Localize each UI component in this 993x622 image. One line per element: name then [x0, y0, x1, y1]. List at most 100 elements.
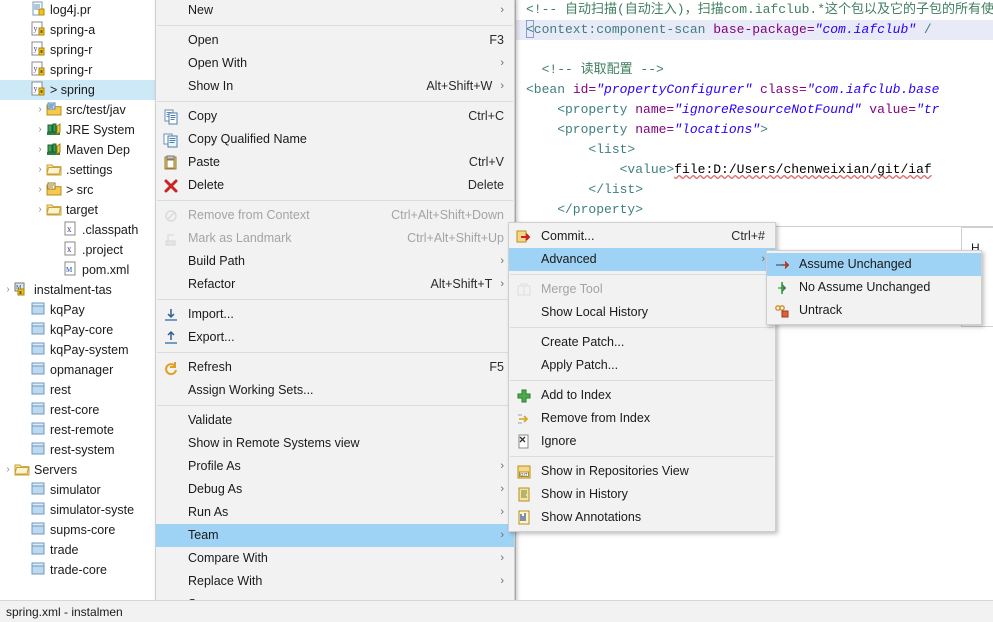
editor-line[interactable]: <bean id="propertyConfigurer" class="com…: [516, 80, 993, 100]
menu-item-remove-from-context: Remove from Context Ctrl+Alt+Shift+Down: [156, 204, 514, 227]
chevron-right-icon[interactable]: ›: [2, 280, 14, 300]
chevron-right-icon[interactable]: ›: [34, 140, 46, 160]
menu-item-shortcut: Alt+Shift+T: [430, 277, 493, 291]
closed-project-icon: [30, 521, 46, 537]
submenu-chevron-icon: ›: [761, 253, 765, 265]
editor-line[interactable]: <context:component-scan base-package="co…: [516, 20, 993, 40]
menu-item-profile-as[interactable]: Profile As ›: [156, 455, 514, 478]
menu-item-apply-patch[interactable]: Apply Patch...: [509, 354, 775, 377]
menu-item-merge-tool: Merge Tool: [509, 278, 775, 301]
menu-item-shortcut: Ctrl+Alt+Shift+Up: [407, 231, 504, 245]
menu-item-label: Show in History: [541, 487, 628, 501]
library-icon: [46, 121, 62, 137]
menu-item-copy-qualified-name[interactable]: Copy Qualified Name: [156, 128, 514, 151]
menu-item-advanced[interactable]: Advanced ›: [509, 248, 775, 271]
menu-item-import[interactable]: Import...: [156, 303, 514, 326]
menu-item-refactor[interactable]: Refactor Alt+Shift+T ›: [156, 273, 514, 296]
menu-item-refresh[interactable]: Refresh F5: [156, 356, 514, 379]
menu-item-label: Commit...: [541, 229, 595, 243]
submenu-chevron-icon: ›: [500, 483, 504, 495]
menu-item-commit[interactable]: Commit... Ctrl+#: [509, 225, 775, 248]
tree-item-label: > src: [66, 183, 94, 197]
svg-text:y: y: [34, 24, 38, 33]
menu-item-build-path[interactable]: Build Path ›: [156, 250, 514, 273]
menu-item-label: Open With: [188, 56, 248, 70]
project-context-menu[interactable]: New › Open F3 Open With › Show In Alt+Shift+W › C…: [155, 0, 515, 622]
closed-project-icon: [30, 301, 46, 317]
menu-item-label: Advanced: [541, 252, 597, 266]
menu-item-compare-with[interactable]: Compare With ›: [156, 547, 514, 570]
menu-separator: [157, 200, 513, 201]
chevron-right-icon[interactable]: ›: [34, 120, 46, 140]
chevron-right-icon[interactable]: ›: [34, 100, 46, 120]
svg-text:y: y: [34, 84, 38, 93]
tree-item-label: target: [66, 203, 98, 217]
menu-item-ignore[interactable]: Ignore: [509, 430, 775, 453]
closed-project-icon: [30, 381, 46, 397]
menu-item-delete[interactable]: Delete Delete: [156, 174, 514, 197]
code-token: "ignoreResourceNotFound": [674, 102, 862, 117]
menu-item-add-to-index[interactable]: Add to Index: [509, 384, 775, 407]
editor-line[interactable]: <value>file:D:/Users/chenweixian/git/iaf: [516, 160, 993, 180]
tree-item-label: spring-r: [50, 43, 93, 57]
svg-text:x: x: [67, 244, 72, 254]
editor-line[interactable]: <list>: [516, 140, 993, 160]
svg-text:x: x: [67, 224, 72, 234]
menu-item-untrack[interactable]: Untrack: [767, 299, 981, 322]
git-commit-icon: [516, 229, 532, 245]
menu-item-create-patch[interactable]: Create Patch...: [509, 331, 775, 354]
menu-item-copy[interactable]: Copy Ctrl+C: [156, 105, 514, 128]
menu-item-validate[interactable]: Validate: [156, 409, 514, 432]
menu-item-run-as[interactable]: Run As ›: [156, 501, 514, 524]
tree-item-label: Maven Dep: [66, 143, 130, 157]
menu-item-show-in-repositories-view[interactable]: GIT Show in Repositories View: [509, 460, 775, 483]
menu-item-open-with[interactable]: Open With ›: [156, 52, 514, 75]
menu-item-show-in-remote-systems-view[interactable]: Show in Remote Systems view: [156, 432, 514, 455]
menu-item-label: Mark as Landmark: [188, 231, 292, 245]
annotations-icon: [516, 510, 532, 526]
chevron-right-icon[interactable]: ›: [34, 160, 46, 180]
chevron-right-icon[interactable]: ›: [34, 200, 46, 220]
menu-item-show-in[interactable]: Show In Alt+Shift+W ›: [156, 75, 514, 98]
add-index-icon: [516, 388, 532, 404]
editor-line[interactable]: [516, 40, 993, 60]
menu-item-label: Build Path: [188, 254, 245, 268]
code-token: <context:component-scan: [526, 22, 714, 37]
code-token: name=: [635, 102, 675, 117]
menu-item-new[interactable]: New ›: [156, 0, 514, 22]
xml-editor[interactable]: <!-- 自动扫描(自动注入)，扫描com.iafclub.*这个包以及它的子包…: [515, 0, 993, 225]
menu-item-export[interactable]: Export...: [156, 326, 514, 349]
editor-line[interactable]: </property>: [516, 200, 993, 220]
menu-item-show-annotations[interactable]: Show Annotations: [509, 506, 775, 529]
menu-item-assume-unchanged[interactable]: Assume Unchanged: [767, 253, 981, 276]
editor-line[interactable]: <property name="locations">: [516, 120, 993, 140]
closed-project-icon: [30, 421, 46, 437]
submenu-chevron-icon: ›: [500, 460, 504, 472]
menu-item-shortcut: F3: [489, 33, 504, 47]
tree-item-label: log4j.pr: [50, 3, 91, 17]
code-token: base-package=: [713, 22, 815, 37]
menu-item-open[interactable]: Open F3: [156, 29, 514, 52]
editor-line[interactable]: <!-- 读取配置 -->: [516, 60, 993, 80]
menu-item-label: No Assume Unchanged: [799, 280, 931, 294]
editor-line[interactable]: <!-- 自动扫描(自动注入)，扫描com.iafclub.*这个包以及它的子包…: [516, 0, 993, 20]
menu-item-show-local-history[interactable]: Show Local History: [509, 301, 775, 324]
chevron-right-icon[interactable]: ›: [2, 460, 14, 480]
menu-item-show-in-history[interactable]: Show in History: [509, 483, 775, 506]
menu-item-paste[interactable]: Paste Ctrl+V: [156, 151, 514, 174]
menu-item-assign-working-sets[interactable]: Assign Working Sets...: [156, 379, 514, 402]
team-submenu[interactable]: Commit... Ctrl+# Advanced › Merge Tool Show L…: [508, 222, 776, 532]
menu-item-replace-with[interactable]: Replace With ›: [156, 570, 514, 593]
menu-item-team[interactable]: Team ›: [156, 524, 514, 547]
menu-item-label: Show Local History: [541, 305, 648, 319]
editor-line[interactable]: <property name="ignoreResourceNotFound" …: [516, 100, 993, 120]
menu-item-no-assume-unchanged[interactable]: No Assume Unchanged: [767, 276, 981, 299]
editor-line[interactable]: </list>: [516, 180, 993, 200]
advanced-submenu[interactable]: Assume Unchanged No Assume Unchanged Untra…: [766, 250, 982, 325]
menu-item-remove-from-index[interactable]: Remove from Index: [509, 407, 775, 430]
menu-item-debug-as[interactable]: Debug As ›: [156, 478, 514, 501]
menu-item-label: Copy Qualified Name: [188, 132, 307, 146]
submenu-chevron-icon: ›: [500, 4, 504, 16]
code-token: name=: [635, 122, 675, 137]
chevron-right-icon[interactable]: ›: [34, 180, 46, 200]
